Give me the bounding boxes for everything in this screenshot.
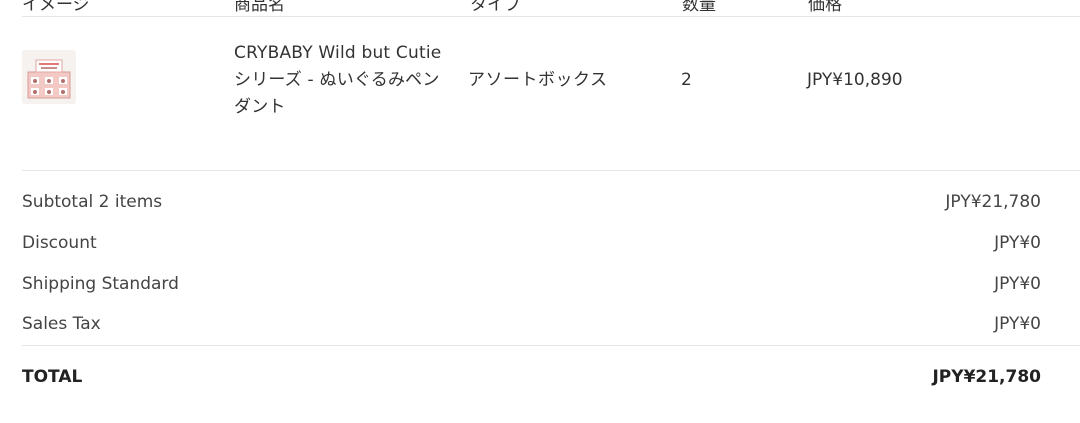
subtotal-row: Subtotal 2 items JPY¥21,780 — [22, 192, 1041, 218]
shipping-value: JPY¥0 — [994, 274, 1041, 294]
product-quantity: 2 — [681, 70, 692, 90]
sales-tax-value: JPY¥0 — [994, 314, 1041, 334]
shipping-row: Shipping Standard JPY¥0 — [22, 274, 1041, 300]
total-label: TOTAL — [22, 367, 83, 387]
discount-label: Discount — [22, 233, 97, 253]
product-name[interactable]: CRYBABY Wild but Cutie シリーズ - ぬいぐるみペンダント — [234, 40, 452, 121]
discount-row: Discount JPY¥0 — [22, 233, 1041, 259]
product-type: アソートボックス — [468, 70, 608, 90]
header-price: 価格 — [808, 0, 842, 15]
discount-value: JPY¥0 — [994, 233, 1041, 253]
order-summary: イメージ 商品名 タイプ 数量 価格 CRYBABY Wild but Cuti… — [0, 0, 1080, 423]
shipping-label: Shipping Standard — [22, 274, 179, 294]
total-row: TOTAL JPY¥21,780 — [22, 367, 1041, 393]
header-type: タイプ — [470, 0, 521, 15]
product-price: JPY¥10,890 — [807, 70, 903, 90]
total-value: JPY¥21,780 — [932, 367, 1041, 387]
header-quantity: 数量 — [682, 0, 716, 15]
subtotal-value: JPY¥21,780 — [945, 192, 1041, 212]
product-thumbnail[interactable] — [22, 50, 76, 104]
subtotal-label: Subtotal 2 items — [22, 192, 163, 212]
header-divider — [22, 16, 1080, 17]
header-name: 商品名 — [234, 0, 285, 15]
items-divider — [22, 170, 1080, 171]
sales-tax-row: Sales Tax JPY¥0 — [22, 314, 1041, 340]
header-image: イメージ — [22, 0, 90, 15]
total-divider — [22, 345, 1080, 346]
product-box-icon — [22, 50, 76, 104]
table-header: イメージ 商品名 タイプ 数量 価格 — [0, 0, 1080, 16]
sales-tax-label: Sales Tax — [22, 314, 101, 334]
